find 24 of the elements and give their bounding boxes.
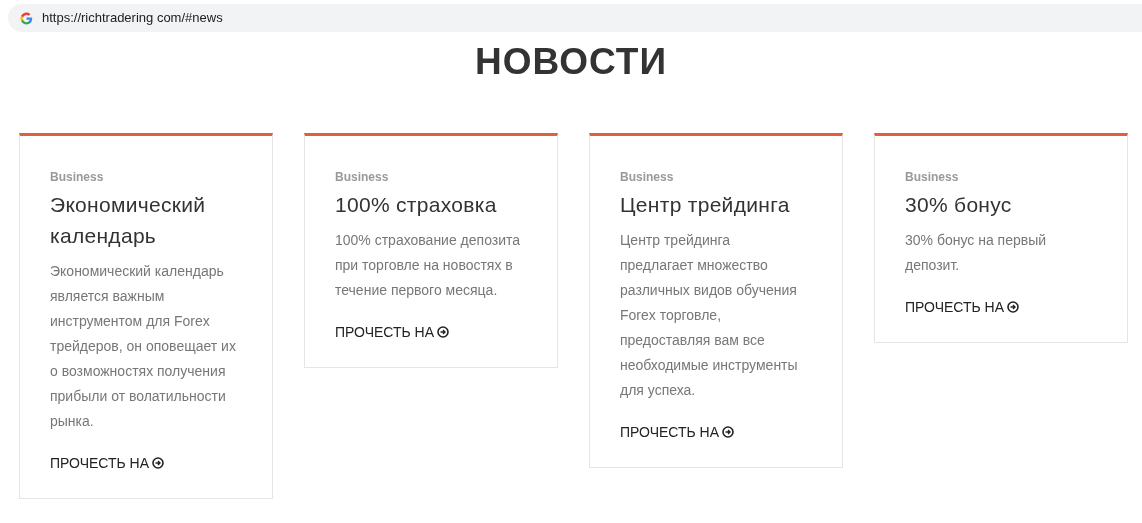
category-label: Business bbox=[50, 169, 104, 185]
card-title: Экономический календарь bbox=[50, 192, 207, 249]
read-more-link[interactable]: ПРОЧЕСТЬ НА bbox=[50, 453, 165, 473]
card-title: 100% страховка bbox=[335, 192, 497, 218]
card-description: Центр трейдинга предлагает множество различных видов обучения Forex торговле, предоставляя вам все необходимые инструменты для успеха. bbox=[620, 231, 799, 400]
category-label: Business bbox=[335, 169, 389, 185]
card-description: 30% бонус на первый депозит. bbox=[905, 231, 1048, 275]
card-description: Экономический календарь является важным инструментом для Forex трейдеров, он оповещает их о возможностях получения прибыли от волатильности рынка. bbox=[50, 262, 237, 431]
url-text: https://richtradering com/#news bbox=[42, 9, 223, 28]
card-title: 30% бонус bbox=[905, 192, 1012, 218]
section-heading: НОВОСТИ bbox=[473, 40, 669, 84]
arrow-circle-icon bbox=[1007, 301, 1020, 313]
google-icon bbox=[20, 11, 33, 25]
read-more-link[interactable]: ПРОЧЕСТЬ НА bbox=[905, 297, 1020, 317]
arrow-circle-icon bbox=[722, 426, 735, 438]
arrow-circle-icon bbox=[152, 457, 165, 469]
category-label: Business bbox=[905, 169, 959, 185]
arrow-circle-icon bbox=[437, 326, 450, 338]
read-more-link[interactable]: ПРОЧЕСТЬ НА bbox=[335, 322, 450, 342]
address-bar[interactable]: https://richtradering com/#news bbox=[8, 4, 1142, 32]
category-label: Business bbox=[620, 169, 674, 185]
card-description: 100% страхование депозита при торговле на новостях в течение первого месяца. bbox=[335, 231, 522, 300]
read-more-link[interactable]: ПРОЧЕСТЬ НА bbox=[620, 422, 735, 442]
card-title: Центр трейдинга bbox=[620, 192, 790, 218]
